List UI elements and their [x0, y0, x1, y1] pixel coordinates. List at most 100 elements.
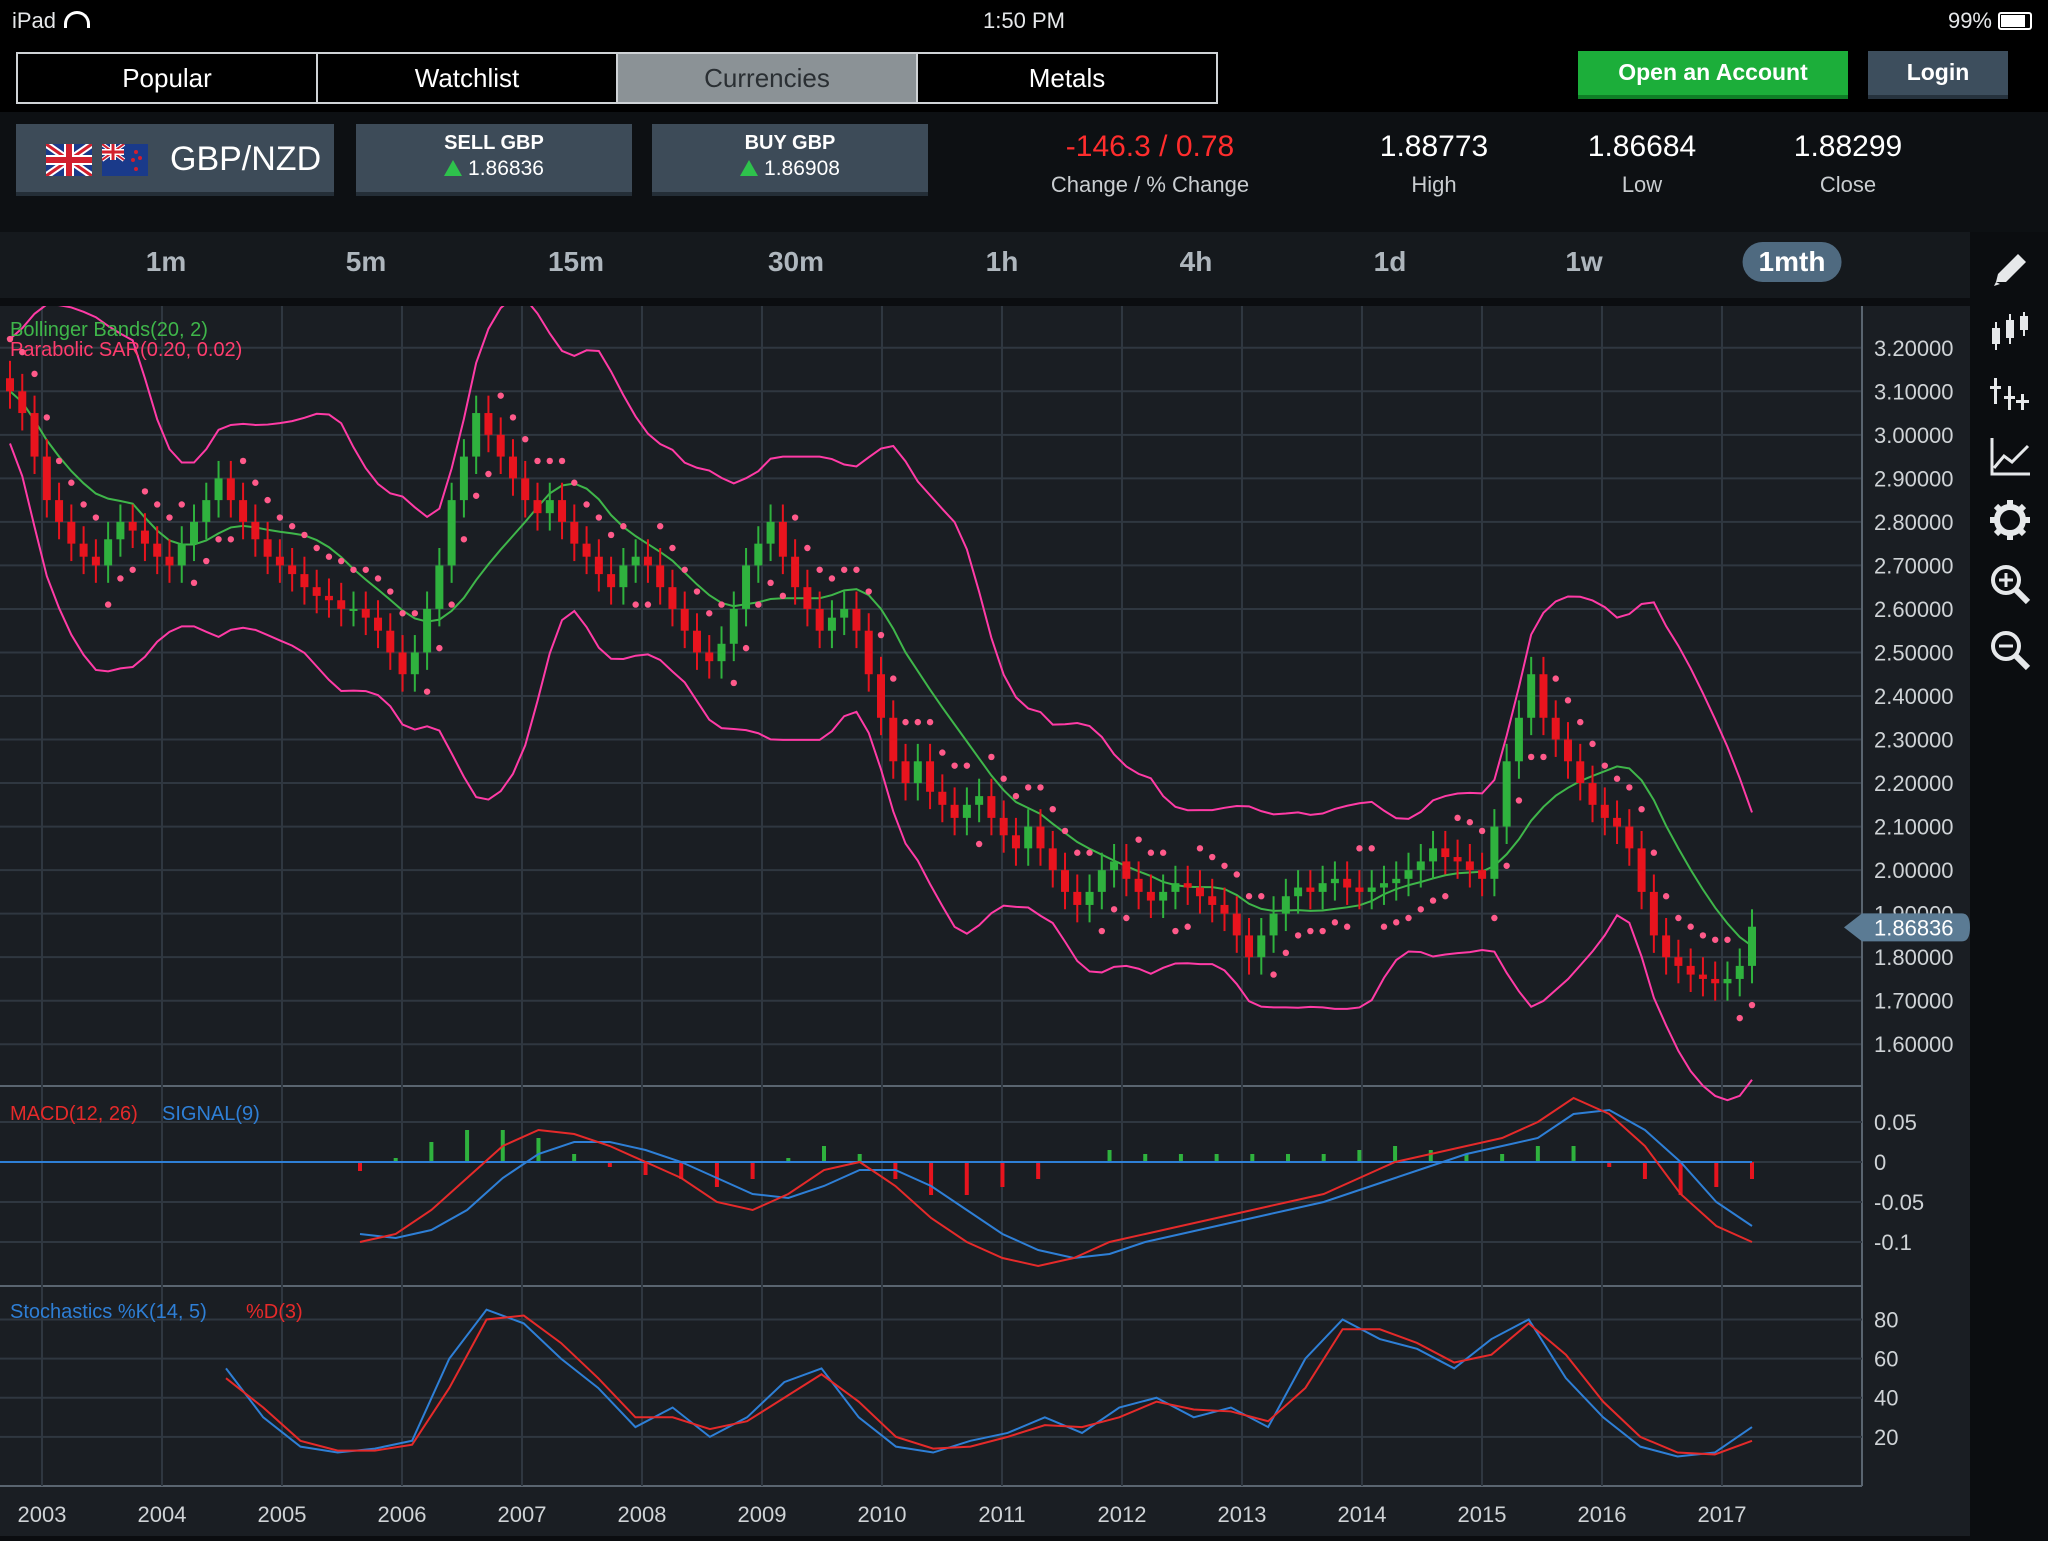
- sar-dot: [755, 601, 762, 608]
- login-button[interactable]: Login: [1868, 51, 2008, 99]
- candle-body: [1061, 870, 1070, 892]
- tab-currencies[interactable]: Currencies: [618, 54, 918, 102]
- tab-popular[interactable]: Popular: [18, 54, 318, 102]
- stoch-k-line: [225, 1308, 1753, 1458]
- candle-body: [1637, 848, 1646, 892]
- price-tick-label: 3.10000: [1874, 379, 1954, 404]
- sar-dot: [1159, 849, 1167, 856]
- timeframe-1d[interactable]: 1d: [1374, 246, 1407, 278]
- candle-body: [91, 556, 100, 566]
- candle-body: [962, 804, 971, 818]
- candle-body: [1367, 887, 1376, 892]
- timeframe-30m[interactable]: 30m: [768, 246, 824, 278]
- timeframe-1h[interactable]: 1h: [986, 246, 1019, 278]
- sar-dot: [411, 610, 419, 617]
- candle-body: [521, 478, 530, 501]
- candle-body: [1330, 878, 1339, 884]
- sell-button[interactable]: SELL GBP 1.86836: [356, 124, 632, 196]
- pencil-icon[interactable]: [1988, 248, 2032, 292]
- candle-body: [594, 556, 603, 575]
- candle-body: [1011, 835, 1020, 849]
- candle-body: [619, 565, 628, 588]
- change-value: -146.3 / 0.78: [1065, 130, 1235, 163]
- gear-icon[interactable]: [1988, 498, 2032, 542]
- candle-body: [1085, 891, 1094, 905]
- sar-dot: [1209, 853, 1216, 861]
- category-tabs: Popular Watchlist Currencies Metals: [16, 52, 1218, 104]
- chart-area[interactable]: 3.20000 3.10000 3.00000 2.90000 2.80000 2.700…: [0, 296, 1970, 1536]
- candle-body: [508, 456, 517, 479]
- sar-dot: [1258, 893, 1265, 900]
- timeframe-5m[interactable]: 5m: [346, 246, 386, 278]
- timeframe-15m[interactable]: 15m: [548, 246, 604, 278]
- tab-watchlist[interactable]: Watchlist: [318, 54, 618, 102]
- candle-body: [815, 608, 824, 631]
- sar-dot: [399, 610, 406, 617]
- candle-body: [827, 617, 836, 631]
- sar-dot: [1515, 797, 1523, 804]
- sar-dot: [669, 544, 676, 552]
- price-tick-label: 3.20000: [1874, 336, 1954, 361]
- sar-dot: [1110, 906, 1118, 913]
- sar-dot: [104, 601, 112, 608]
- candle-body: [1429, 848, 1438, 862]
- sar-dot: [252, 479, 259, 486]
- year-tick-label: 2003: [18, 1502, 67, 1527]
- indicator-add-icon[interactable]: [1988, 372, 2032, 416]
- sell-price: 1.86836: [468, 157, 544, 180]
- candle-body: [1220, 904, 1229, 914]
- sar-dot: [1135, 836, 1142, 843]
- tab-metals[interactable]: Metals: [918, 54, 1216, 102]
- zoom-in-icon[interactable]: [1988, 562, 2032, 606]
- sar-dot: [1613, 775, 1621, 782]
- candle-body: [1588, 783, 1597, 805]
- macd-line: [359, 1096, 1753, 1268]
- candlestick-icon[interactable]: [1988, 310, 2032, 354]
- currency-pair-selector[interactable]: GBP/NZD: [16, 124, 334, 196]
- timeframe-1mth[interactable]: 1mth: [1742, 242, 1842, 282]
- macd-histogram-bar: [358, 1162, 362, 1171]
- timeframe-1w[interactable]: 1w: [1565, 246, 1602, 278]
- sar-dot: [1196, 845, 1204, 852]
- stoch-tick-label: 60: [1874, 1347, 1898, 1372]
- candle-body: [165, 556, 174, 566]
- sar-dot: [1172, 927, 1179, 935]
- sar-dot: [1282, 949, 1290, 957]
- candle-body: [1478, 870, 1487, 879]
- zoom-out-icon[interactable]: [1988, 628, 2032, 672]
- up-arrow-icon: [740, 160, 759, 176]
- sar-dot: [1748, 1001, 1756, 1009]
- sar-dot: [1393, 919, 1400, 926]
- open-account-button[interactable]: Open an Account: [1578, 51, 1848, 99]
- candle-body: [692, 630, 701, 653]
- candle-body: [104, 539, 113, 566]
- candle-body: [999, 817, 1008, 836]
- candle-body: [128, 521, 137, 531]
- close-stat: 1.88299 Close: [1748, 130, 1948, 198]
- sar-dot: [1429, 897, 1437, 904]
- candle-body: [1110, 861, 1119, 871]
- line-chart-icon[interactable]: [1988, 434, 2032, 478]
- timeframe-1m[interactable]: 1m: [146, 246, 186, 278]
- sar-dot: [80, 501, 87, 508]
- price-tick-label: 2.70000: [1874, 553, 1954, 578]
- stoch-tick-label: 40: [1874, 1386, 1898, 1411]
- sar-dot: [1736, 1014, 1743, 1022]
- price-chart[interactable]: 3.20000 3.10000 3.00000 2.90000 2.80000 2.700…: [0, 296, 1970, 1536]
- year-tick-label: 2017: [1698, 1502, 1747, 1527]
- macd-histogram-bar: [429, 1142, 434, 1163]
- pair-name: GBP/NZD: [170, 140, 322, 178]
- candle-body: [1171, 883, 1180, 892]
- candle-body: [1490, 826, 1499, 879]
- buy-button[interactable]: BUY GBP 1.86908: [652, 124, 928, 196]
- sar-dot: [1184, 923, 1191, 930]
- candle-body: [1134, 878, 1143, 892]
- macd-tick-label: 0: [1874, 1150, 1886, 1175]
- macd-histogram-bar: [822, 1146, 826, 1163]
- macd-tick-label: -0.05: [1874, 1190, 1924, 1215]
- current-price-label: 1.86836: [1874, 915, 1954, 940]
- sar-dot: [1331, 919, 1339, 926]
- sar-dot: [239, 457, 247, 465]
- candle-body: [1686, 965, 1695, 975]
- timeframe-4h[interactable]: 4h: [1180, 246, 1213, 278]
